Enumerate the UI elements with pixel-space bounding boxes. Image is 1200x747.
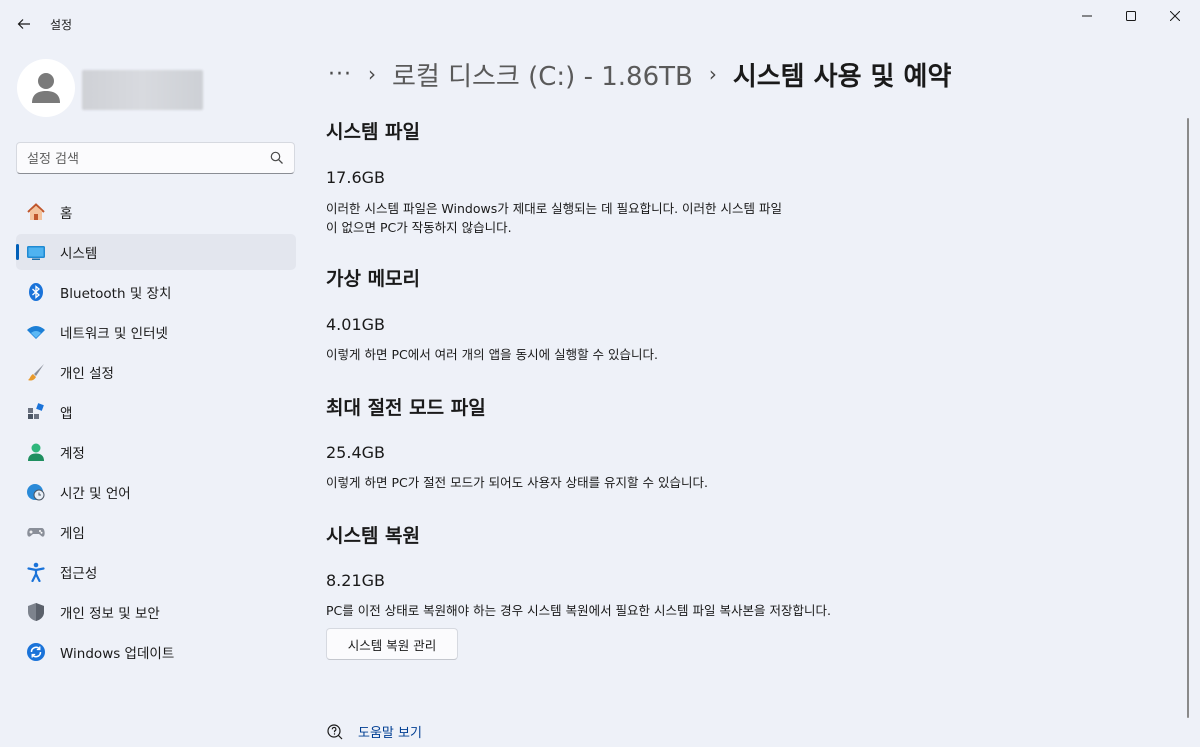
breadcrumb: ··· › 로컬 디스크 (C:) - 1.86TB › 시스템 사용 및 예약	[328, 56, 951, 92]
sidebar-item-label: 개인 설정	[60, 366, 114, 382]
close-icon	[1170, 11, 1180, 21]
maximize-button[interactable]	[1108, 0, 1154, 32]
wifi-icon	[26, 322, 46, 342]
section-hibernation-size: 25.4GB	[326, 443, 385, 462]
sidebar-item-label: 홈	[60, 206, 73, 222]
size-value: 25.4GB	[326, 443, 385, 462]
back-button[interactable]	[10, 10, 38, 38]
avatar[interactable]	[17, 59, 75, 117]
minimize-button[interactable]	[1064, 0, 1110, 32]
sidebar-item-privacy[interactable]: 개인 정보 및 보안	[16, 594, 296, 630]
sidebar-item-apps[interactable]: 앱	[16, 394, 296, 430]
sidebar-item-label: 게임	[60, 526, 85, 542]
sidebar-item-personalization[interactable]: 개인 설정	[16, 354, 296, 390]
section-title: 최대 절전 모드 파일	[326, 397, 486, 419]
section-hibernation-desc: 이렇게 하면 PC가 절전 모드가 되어도 사용자 상태를 유지할 수 있습니다…	[326, 473, 966, 492]
sidebar-item-label: 계정	[60, 446, 85, 462]
search-icon[interactable]	[270, 151, 284, 165]
sidebar-item-windows-update[interactable]: Windows 업데이트	[16, 634, 296, 670]
sidebar-item-home[interactable]: 홈	[16, 194, 296, 230]
section-description: 이렇게 하면 PC가 절전 모드가 되어도 사용자 상태를 유지할 수 있습니다…	[326, 475, 708, 490]
scrollbar[interactable]	[1187, 118, 1189, 718]
size-value: 4.01GB	[326, 315, 385, 334]
get-help-label: 도움말 보기	[358, 726, 422, 741]
sidebar-item-label: 접근성	[60, 566, 98, 582]
section-system-files: 시스템 파일	[326, 117, 420, 144]
sidebar-item-label: 시스템	[60, 246, 98, 262]
gamepad-icon	[26, 522, 46, 542]
back-arrow-icon	[17, 19, 30, 29]
section-system-files-desc: 이러한 시스템 파일은 Windows가 제대로 실행되는 데 필요합니다. 이…	[326, 199, 786, 237]
page-title: 시스템 사용 및 예약	[732, 61, 952, 92]
minimize-icon	[1082, 15, 1092, 17]
home-icon	[26, 202, 46, 222]
user-icon	[32, 73, 60, 103]
section-description: 이러한 시스템 파일은 Windows가 제대로 실행되는 데 필요합니다. 이…	[326, 201, 783, 235]
size-value: 8.21GB	[326, 571, 385, 590]
chevron-right-icon: ›	[708, 62, 717, 86]
section-title: 가상 메모리	[326, 268, 421, 290]
accessibility-icon	[26, 562, 46, 582]
sidebar-item-gaming[interactable]: 게임	[16, 514, 296, 550]
section-system-restore: 시스템 복원	[326, 521, 420, 548]
sidebar-item-label: Windows 업데이트	[60, 646, 175, 662]
sidebar-item-label: 시간 및 언어	[60, 486, 131, 502]
section-system-files-size: 17.6GB	[326, 168, 385, 187]
section-description: PC를 이전 상태로 복원해야 하는 경우 시스템 복원에서 필요한 시스템 파…	[326, 603, 831, 618]
section-title: 시스템 파일	[326, 121, 421, 143]
section-title: 시스템 복원	[326, 525, 421, 547]
username-redacted	[82, 70, 203, 110]
sidebar-item-label: 네트워크 및 인터넷	[60, 326, 168, 342]
sidebar-item-label: Bluetooth 및 장치	[60, 286, 172, 302]
apps-icon	[26, 402, 46, 422]
get-help-link[interactable]: 도움말 보기	[326, 722, 422, 741]
manage-system-restore-button[interactable]: 시스템 복원 관리	[326, 628, 458, 660]
breadcrumb-more-button[interactable]: ···	[328, 62, 352, 87]
account-icon	[26, 442, 46, 462]
size-value: 17.6GB	[326, 168, 385, 187]
sidebar-item-accessibility[interactable]: 접근성	[16, 554, 296, 590]
close-button[interactable]	[1152, 0, 1198, 32]
section-virtual-memory: 가상 메모리	[326, 264, 420, 291]
sidebar-item-network[interactable]: 네트워크 및 인터넷	[16, 314, 296, 350]
sidebar-item-system[interactable]: 시스템	[16, 234, 296, 270]
section-virtual-memory-desc: 이렇게 하면 PC에서 여러 개의 앱을 동시에 실행할 수 있습니다.	[326, 345, 926, 364]
shield-icon	[26, 602, 46, 622]
app-title: 설정	[50, 18, 73, 32]
sidebar-item-label: 앱	[60, 406, 73, 422]
settings-search[interactable]	[16, 142, 295, 174]
sidebar-item-bluetooth[interactable]: Bluetooth 및 장치	[16, 274, 296, 310]
section-system-restore-size: 8.21GB	[326, 571, 385, 590]
help-chat-icon	[327, 723, 343, 739]
update-icon	[26, 642, 46, 662]
sidebar-item-accounts[interactable]: 계정	[16, 434, 296, 470]
section-virtual-memory-size: 4.01GB	[326, 315, 385, 334]
sidebar-item-label: 개인 정보 및 보안	[60, 606, 160, 622]
sidebar-item-time-language[interactable]: 시간 및 언어	[16, 474, 296, 510]
bluetooth-icon	[26, 282, 46, 302]
chevron-right-icon: ›	[367, 62, 376, 86]
section-description: 이렇게 하면 PC에서 여러 개의 앱을 동시에 실행할 수 있습니다.	[326, 347, 659, 362]
title-bar: 설정	[0, 0, 1200, 48]
clock-globe-icon	[26, 482, 46, 502]
maximize-icon	[1126, 11, 1136, 21]
sidebar-nav: 홈 시스템 Bluetooth 및 장치 네트워크 및 인터넷 개인 설정 앱 …	[16, 194, 296, 674]
breadcrumb-parent-link[interactable]: 로컬 디스크 (C:) - 1.86TB	[392, 56, 693, 93]
section-hibernation: 최대 절전 모드 파일	[326, 393, 486, 420]
section-system-restore-desc: PC를 이전 상태로 복원해야 하는 경우 시스템 복원에서 필요한 시스템 파…	[326, 601, 1086, 620]
brush-icon	[26, 362, 46, 382]
system-icon	[26, 242, 46, 262]
search-input[interactable]	[27, 149, 257, 169]
